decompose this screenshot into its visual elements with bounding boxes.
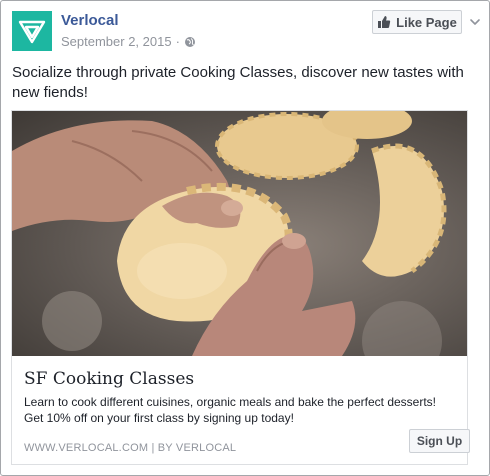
globe-icon[interactable] xyxy=(184,36,196,48)
chevron-down-icon[interactable] xyxy=(468,15,482,29)
page-avatar[interactable] xyxy=(12,11,52,51)
hands-shaping-dumpling-photo xyxy=(12,111,447,356)
post-date[interactable]: September 2, 2015 xyxy=(61,34,172,49)
sign-up-button[interactable]: Sign Up xyxy=(409,429,470,453)
attachment-title[interactable]: SF Cooking Classes xyxy=(24,369,194,389)
post-message: Socialize through private Cooking Classe… xyxy=(12,64,464,101)
page-name-link[interactable]: Verlocal xyxy=(61,12,119,29)
link-attachment[interactable]: SF Cooking Classes Learn to cook differe… xyxy=(11,110,470,465)
like-page-label: Like Page xyxy=(396,14,457,30)
like-page-button[interactable]: Like Page xyxy=(372,10,462,34)
attachment-photo[interactable] xyxy=(12,111,467,356)
thumbs-up-icon xyxy=(378,16,391,28)
meta-separator: · xyxy=(175,34,180,49)
attachment-source: WWW.VERLOCAL.COM | BY VERLOCAL xyxy=(24,442,237,454)
post-meta: September 2, 2015 · xyxy=(61,34,196,49)
sponsored-post: Verlocal September 2, 2015 · Like Page S… xyxy=(0,0,490,476)
triangle-logo-icon xyxy=(18,20,46,44)
attachment-description: Learn to cook different cuisines, organi… xyxy=(24,395,437,425)
